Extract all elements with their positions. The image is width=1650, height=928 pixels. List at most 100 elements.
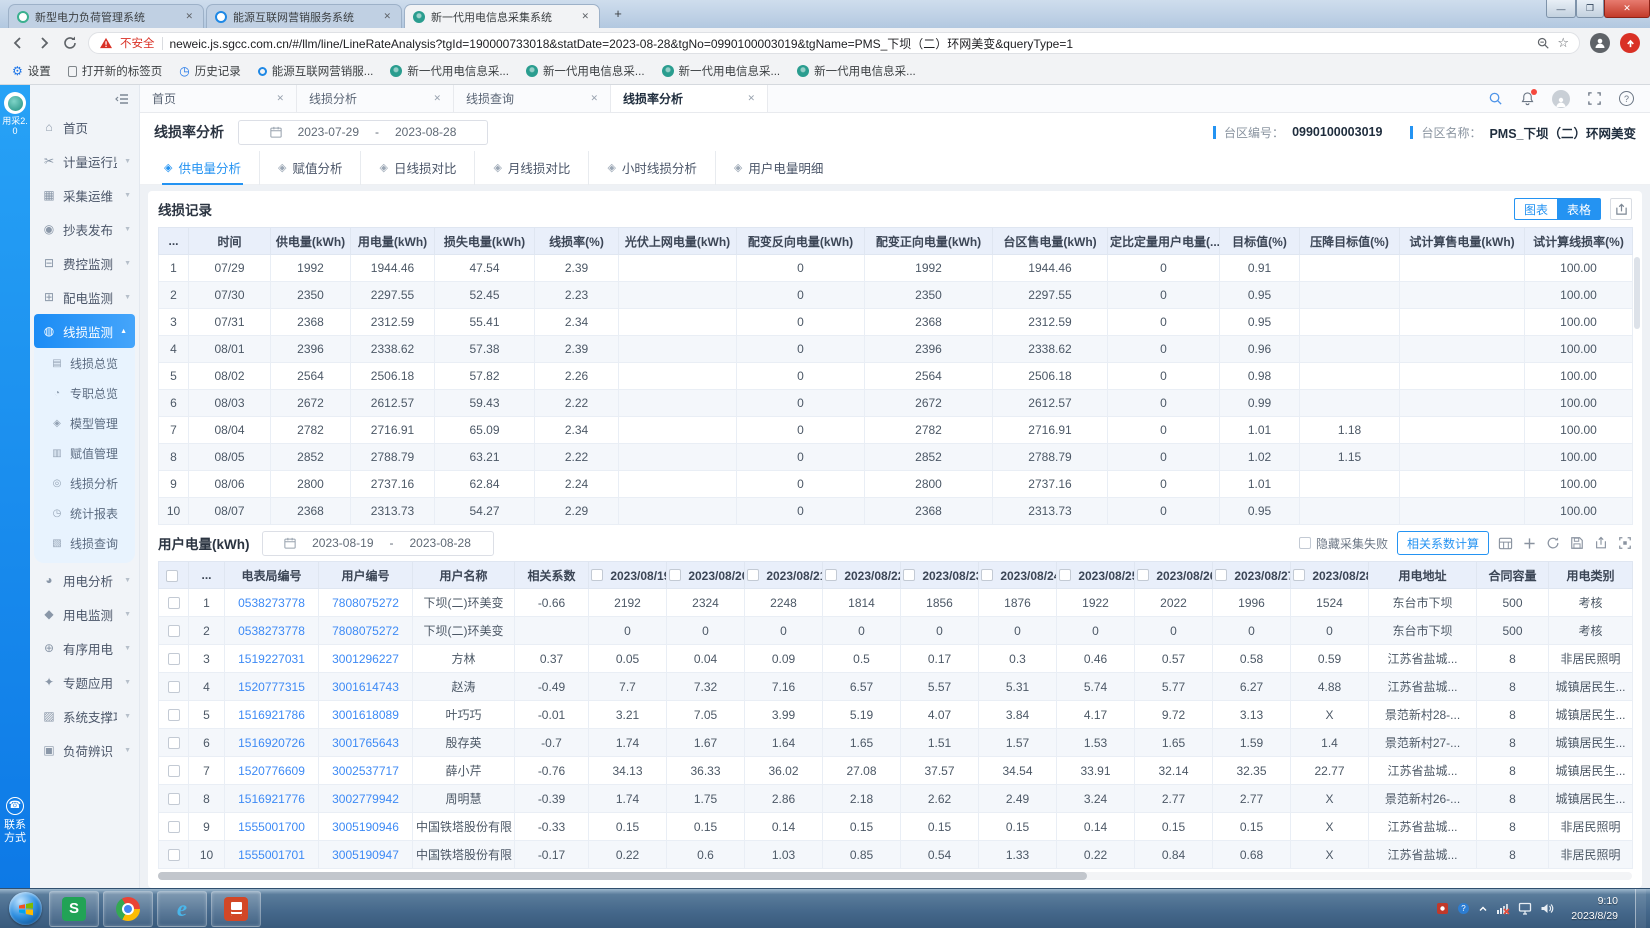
tab-close-icon[interactable]: ✕ xyxy=(579,11,591,22)
bookmark-star-icon[interactable]: ☆ xyxy=(1557,35,1569,51)
sidebar-item[interactable]: ▨系统支撑功能▼ xyxy=(30,699,139,733)
taskbar-app-ie[interactable]: e xyxy=(157,891,207,927)
meter-no-link[interactable]: 1516921786 xyxy=(238,708,305,722)
bookmark-item[interactable]: 新一代用电信息采... xyxy=(797,63,916,79)
tab-close-icon[interactable]: ✕ xyxy=(381,11,393,22)
date-checkbox[interactable] xyxy=(669,569,681,581)
subtab[interactable]: ◈小时线损分析 xyxy=(588,151,714,185)
meter-no-link[interactable]: 1516921776 xyxy=(238,792,305,806)
sidebar-subitem[interactable]: ◷统计报表 xyxy=(34,498,135,528)
table-row[interactable]: 105382737787808075272下坝(二)环美变-0.66219223… xyxy=(159,589,1633,617)
user-date-range-picker[interactable]: 2023-08-19 - 2023-08-28 xyxy=(262,531,494,556)
bookmark-item[interactable]: ◷历史记录 xyxy=(179,63,240,79)
meter-no-link[interactable]: 1519227031 xyxy=(238,652,305,666)
profile-avatar-icon[interactable] xyxy=(1590,33,1610,53)
sidebar-item[interactable]: ◆用电监测▼ xyxy=(30,597,139,631)
meter-no-link[interactable]: 1520777315 xyxy=(238,680,305,694)
sidebar-item-active[interactable]: ◍线损监测▲ xyxy=(34,314,135,348)
window-maximize-button[interactable]: ❐ xyxy=(1576,0,1604,18)
sidebar-item[interactable]: ⊟费控监测▼ xyxy=(30,246,139,280)
sidebar-subitem[interactable]: ◈模型管理 xyxy=(34,408,135,438)
workspace-tab[interactable]: 线损分析✕ xyxy=(297,85,454,112)
table-row[interactable]: 908/0628002737.1662.842.24028002737.1601… xyxy=(159,471,1633,498)
subtab[interactable]: ◈用户电量明细 xyxy=(715,151,841,185)
url-bar[interactable]: 不安全 neweic.js.sgcc.com.cn/#/llm/line/Lin… xyxy=(88,32,1580,54)
bookmark-item[interactable]: 打开新的标签页 xyxy=(68,63,163,79)
date-checkbox[interactable] xyxy=(747,569,759,581)
add-icon[interactable] xyxy=(1523,537,1536,550)
sidebar-subitem[interactable]: ▥赋值管理 xyxy=(34,438,135,468)
workspace-tab[interactable]: 首页✕ xyxy=(140,85,297,112)
show-desktop-button[interactable] xyxy=(1635,889,1646,928)
subtab[interactable]: ◈日线损对比 xyxy=(360,151,474,185)
user-no-link[interactable]: 3001765643 xyxy=(332,736,399,750)
chart-view-button[interactable]: 图表 xyxy=(1514,198,1557,220)
hide-failed-checkbox[interactable] xyxy=(1299,537,1311,549)
forward-icon[interactable] xyxy=(36,35,52,51)
table-row[interactable]: 608/0326722612.5759.432.22026722612.5700… xyxy=(159,390,1633,417)
browser-tab[interactable]: 新一代用电信息采集系统✕ xyxy=(404,4,600,28)
table-row[interactable]: 815169217763002779942周明慧-0.391.741.752.8… xyxy=(159,785,1633,813)
select-all-checkbox[interactable] xyxy=(166,570,178,582)
user-no-link[interactable]: 3002537717 xyxy=(332,764,399,778)
tray-help-icon[interactable]: ? xyxy=(1457,902,1470,915)
row-checkbox[interactable] xyxy=(168,597,180,609)
tray-expand-icon[interactable] xyxy=(1478,904,1488,914)
workspace-tab[interactable]: 线损查询✕ xyxy=(454,85,611,112)
network-icon[interactable] xyxy=(1496,902,1510,915)
date-checkbox[interactable] xyxy=(591,569,603,581)
subtab[interactable]: ◈供电量分析 xyxy=(146,151,259,185)
date-range-picker[interactable]: 2023-07-29 - 2023-08-28 xyxy=(238,120,488,145)
table-row[interactable]: 515169217863001618089叶巧巧-0.013.217.053.9… xyxy=(159,701,1633,729)
tray-app-icon[interactable] xyxy=(1436,902,1449,915)
workspace-tab[interactable]: 线损率分析✕ xyxy=(611,85,768,112)
meter-no-link[interactable]: 0538273778 xyxy=(238,624,305,638)
date-checkbox[interactable] xyxy=(1137,569,1149,581)
window-close-button[interactable]: ✕ xyxy=(1604,0,1650,18)
bookmark-item[interactable]: 新一代用电信息采... xyxy=(662,63,781,79)
table-row[interactable]: 415207773153001614743赵涛-0.497.77.327.166… xyxy=(159,673,1633,701)
table-row[interactable]: 915550017003005190946中国铁塔股份有限-0.330.150.… xyxy=(159,813,1633,841)
taskbar-app-wps[interactable]: S xyxy=(49,891,99,927)
date-checkbox[interactable] xyxy=(1059,569,1071,581)
table-view-button[interactable]: 表格 xyxy=(1557,198,1601,220)
window-minimize-button[interactable]: — xyxy=(1546,0,1576,18)
table-row[interactable]: 508/0225642506.1857.822.26025642506.1800… xyxy=(159,363,1633,390)
table-row[interactable]: 315192270313001296227方林0.370.050.040.090… xyxy=(159,645,1633,673)
table-row[interactable]: 1015550017013005190947中国铁塔股份有限-0.170.220… xyxy=(159,841,1633,869)
table-row[interactable]: 207/3023502297.5552.452.23023502297.5500… xyxy=(159,282,1633,309)
sidebar-item[interactable]: ⊞配电监测▼ xyxy=(30,280,139,314)
sidebar-item[interactable]: ✂计量运行监测▼ xyxy=(30,144,139,178)
help-icon[interactable]: ? xyxy=(1619,91,1634,106)
meter-no-link[interactable]: 1520776609 xyxy=(238,764,305,778)
tab-close-icon[interactable]: ✕ xyxy=(590,93,598,104)
row-checkbox[interactable] xyxy=(168,653,180,665)
table-row[interactable]: 615169207263001765643殷存英-0.71.741.671.64… xyxy=(159,729,1633,757)
table-fullscreen-icon[interactable] xyxy=(1618,536,1632,550)
date-checkbox[interactable] xyxy=(1293,569,1305,581)
back-icon[interactable] xyxy=(10,35,26,51)
meter-no-link[interactable]: 1555001701 xyxy=(238,848,305,862)
correlation-calc-button[interactable]: 相关系数计算 xyxy=(1397,531,1489,555)
export-icon[interactable] xyxy=(1610,198,1632,220)
user-no-link[interactable]: 3001296227 xyxy=(332,652,399,666)
start-button[interactable] xyxy=(9,892,42,925)
user-avatar[interactable] xyxy=(1552,90,1570,108)
sidebar-item[interactable]: ◉抄表发布▼ xyxy=(30,212,139,246)
sidebar-item[interactable]: ▣负荷辨识▼ xyxy=(30,733,139,767)
hide-failed-option[interactable]: 隐藏采集失败 xyxy=(1299,535,1388,552)
date-checkbox[interactable] xyxy=(903,569,915,581)
subtab[interactable]: ◈赋值分析 xyxy=(259,151,360,185)
row-checkbox[interactable] xyxy=(168,793,180,805)
table-row[interactable]: 307/3123682312.5955.412.34023682312.5900… xyxy=(159,309,1633,336)
bookmark-item[interactable]: 新一代用电信息采... xyxy=(526,63,645,79)
table-row[interactable]: 205382737787808075272下坝(二)环美变0000000000东… xyxy=(159,617,1633,645)
row-checkbox[interactable] xyxy=(168,765,180,777)
user-no-link[interactable]: 3002779942 xyxy=(332,792,399,806)
bookmark-item[interactable]: 新一代用电信息采... xyxy=(390,63,509,79)
table-row[interactable]: 708/0427822716.9165.092.34027822716.9101… xyxy=(159,417,1633,444)
fullscreen-icon[interactable] xyxy=(1587,91,1602,106)
row-checkbox[interactable] xyxy=(168,849,180,861)
subtab[interactable]: ◈月线损对比 xyxy=(474,151,588,185)
taskbar-app-office[interactable] xyxy=(211,891,261,927)
